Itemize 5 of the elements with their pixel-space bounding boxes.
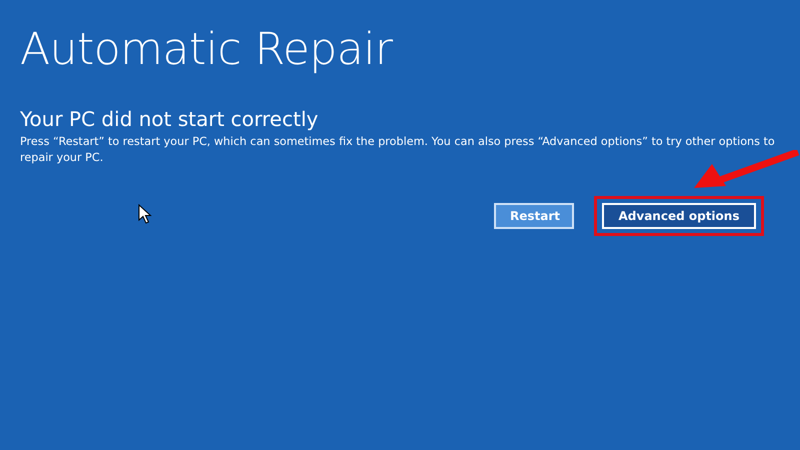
advanced-options-button[interactable]: Advanced options: [602, 203, 756, 229]
mouse-pointer-icon: [138, 204, 152, 224]
page-title: Automatic Repair: [20, 23, 394, 77]
error-heading: Your PC did not start correctly: [20, 106, 320, 132]
error-message: Press “Restart” to restart your PC, which can sometimes fix the problem. You can also press “Advanced options” to try other options to repair your PC.: [20, 134, 776, 166]
